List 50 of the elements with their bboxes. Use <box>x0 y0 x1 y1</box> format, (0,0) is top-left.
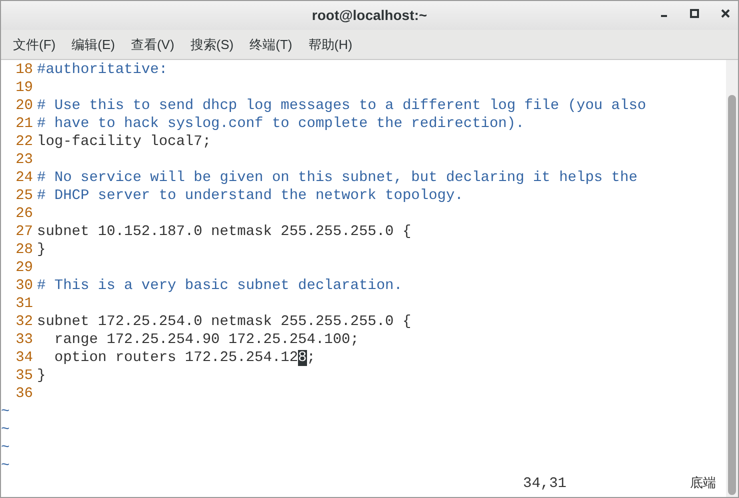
code-line: range 172.25.254.90 172.25.254.100; <box>53 331 359 349</box>
line-number: 36 <box>14 385 34 403</box>
code-line: } <box>37 241 46 259</box>
menu-item[interactable]: 终端(T) <box>244 34 298 54</box>
scrollbar-thumb[interactable] <box>728 95 736 495</box>
menu-item[interactable]: 编辑(E) <box>66 34 121 54</box>
line-number: 27 <box>14 223 34 241</box>
line-number: 31 <box>14 295 34 313</box>
code-line: } <box>37 367 46 385</box>
line-number: 23 <box>14 151 34 169</box>
comment-line: # DHCP server to understand the network topology. <box>37 187 464 205</box>
line-number: 19 <box>14 79 34 97</box>
text-cursor: 8 <box>298 350 307 366</box>
code-line: subnet 10.152.187.0 netmask 255.255.255.0 { <box>37 223 412 241</box>
cursor-position: 34,31 <box>523 475 567 493</box>
window-title: root@localhost:~ <box>312 6 428 26</box>
scroll-position: 底端 <box>690 475 716 493</box>
comment-line: # No service will be given on this subnet, but declaring it helps the <box>37 169 638 187</box>
comment-line: # have to hack syslog.conf to complete the redirection). <box>37 115 524 133</box>
line-number: 22 <box>14 133 34 151</box>
line-number: 34 <box>14 349 34 367</box>
line-number: 26 <box>14 205 34 223</box>
close-icon[interactable] <box>721 9 730 18</box>
tilde-marker: ~ <box>1 421 10 439</box>
tilde-marker: ~ <box>1 439 10 457</box>
maximize-icon[interactable] <box>690 9 699 18</box>
comment-line: # This is a very basic subnet declaration. <box>37 277 402 295</box>
line-number: 30 <box>14 277 34 295</box>
code-line: log-facility local7; <box>37 133 212 151</box>
line-number: 29 <box>14 259 34 277</box>
comment-line: # Use this to send dhcp log messages to a different log file (you also <box>37 97 646 115</box>
scrollbar[interactable] <box>726 60 738 497</box>
comment-line: #authoritative: <box>37 61 168 79</box>
menu-item[interactable]: 查看(V) <box>124 34 180 54</box>
code-line: subnet 172.25.254.0 netmask 255.255.255.0 { <box>37 313 412 331</box>
line-number: 28 <box>14 241 34 259</box>
line-number: 35 <box>14 367 34 385</box>
line-number: 21 <box>14 115 34 133</box>
line-number: 33 <box>14 331 34 349</box>
tilde-marker: ~ <box>1 403 10 421</box>
line-number: 18 <box>14 61 34 79</box>
tilde-marker: ~ <box>1 457 10 475</box>
line-number: 24 <box>14 169 34 187</box>
line-number: 20 <box>14 97 34 115</box>
menu-item[interactable]: 帮助(H) <box>302 34 358 54</box>
menu-item[interactable]: 文件(F) <box>7 34 62 54</box>
line-number: 32 <box>14 313 34 331</box>
menu-item[interactable]: 搜索(S) <box>184 34 240 54</box>
code-line: option routers 172.25.254.128; <box>53 349 316 367</box>
line-number: 25 <box>14 187 34 205</box>
